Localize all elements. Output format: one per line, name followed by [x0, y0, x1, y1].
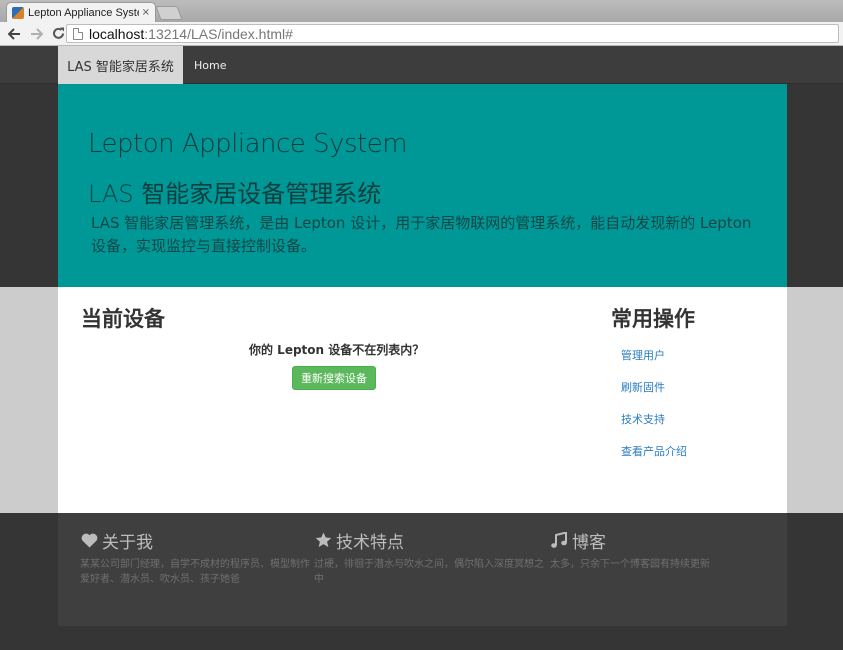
- common-actions-list: 管理用户 刷新固件 技术支持 查看产品介绍: [621, 344, 687, 472]
- navbar: LAS 智能家居系统 Home: [0, 46, 843, 84]
- rescan-devices-button[interactable]: 重新搜索设备: [292, 366, 376, 390]
- footer-blog-heading: 博客: [550, 529, 780, 553]
- back-arrow-icon[interactable]: [3, 23, 25, 45]
- jumbotron: Lepton Appliance System LAS 智能家居设备管理系统 L…: [58, 84, 787, 287]
- content-panel: 当前设备 你的 Lepton 设备不在列表内？ 重新搜索设备 常用操作 管理用户…: [58, 287, 787, 513]
- manage-users-link[interactable]: 管理用户: [621, 349, 665, 362]
- product-intro-link[interactable]: 查看产品介绍: [621, 445, 687, 458]
- content-band: 当前设备 你的 Lepton 设备不在列表内？ 重新搜索设备 常用操作 管理用户…: [0, 287, 843, 513]
- list-item: 查看产品介绍: [621, 440, 687, 472]
- list-item: 技术支持: [621, 408, 687, 440]
- footer-about: 关于我 某某公司部门经理，自学不成材的程序员、模型制作爱好者、潜水员、吹水员、孩…: [80, 529, 310, 587]
- web-page: LAS 智能家居系统 Home Lepton Appliance System …: [0, 46, 843, 650]
- tech-support-link[interactable]: 技术支持: [621, 413, 665, 426]
- refresh-firmware-link[interactable]: 刷新固件: [621, 381, 665, 394]
- device-not-listed-notice: 你的 Lepton 设备不在列表内？: [249, 343, 425, 357]
- list-item: 管理用户: [621, 344, 687, 376]
- browser-tabstrip: Lepton Appliance System ×: [0, 0, 843, 22]
- star-icon: [314, 531, 332, 549]
- jumbotron-title: Lepton Appliance System: [88, 129, 408, 159]
- new-tab-button[interactable]: [155, 6, 183, 20]
- browser-toolbar: localhost:13214/LAS/index.html#: [0, 22, 843, 46]
- jumbotron-description: LAS 智能家居管理系统，是由 Lepton 设计，用于家居物联网的管理系统，能…: [91, 214, 752, 255]
- page-icon: [73, 27, 83, 40]
- footer-blog-text: 太多，只余下一个博客园有持续更新: [550, 559, 710, 570]
- footer-about-text: 某某公司部门经理，自学不成材的程序员、模型制作爱好者、潜水员、吹水员、孩子她爸: [80, 559, 310, 585]
- footer: 关于我 某某公司部门经理，自学不成材的程序员、模型制作爱好者、潜水员、吹水员、孩…: [58, 513, 787, 626]
- music-icon: [550, 531, 568, 549]
- forward-arrow-icon[interactable]: [25, 23, 47, 45]
- devices-heading: 当前设备: [81, 307, 165, 331]
- navbar-brand[interactable]: LAS 智能家居系统: [58, 46, 183, 84]
- footer-tech-heading: 技术特点: [314, 529, 544, 553]
- footer-band: 关于我 某某公司部门经理，自学不成材的程序员、模型制作爱好者、潜水员、吹水员、孩…: [0, 513, 843, 650]
- browser-tab[interactable]: Lepton Appliance System ×: [6, 2, 156, 22]
- list-item: 刷新固件: [621, 376, 687, 408]
- footer-blog: 博客 太多，只余下一个博客园有持续更新: [550, 529, 780, 572]
- favicon-icon: [12, 6, 24, 19]
- common-actions-heading: 常用操作: [611, 307, 695, 331]
- jumbotron-band: Lepton Appliance System LAS 智能家居设备管理系统 L…: [0, 84, 843, 287]
- nav-home-link[interactable]: Home: [194, 46, 226, 84]
- url-text: localhost:13214/LAS/index.html#: [89, 25, 293, 42]
- footer-tech-text: 过硬，徘徊于潜水与吹水之间，偶尔陷入深度冥想之中: [314, 559, 544, 585]
- footer-about-heading: 关于我: [80, 529, 310, 553]
- tab-title: Lepton Appliance System: [28, 6, 139, 19]
- jumbotron-subtitle: LAS 智能家居设备管理系统: [88, 180, 382, 208]
- heart-icon: [80, 531, 98, 549]
- address-bar[interactable]: localhost:13214/LAS/index.html#: [66, 24, 839, 43]
- footer-tech: 技术特点 过硬，徘徊于潜水与吹水之间，偶尔陷入深度冥想之中: [314, 529, 544, 587]
- tab-close-icon[interactable]: ×: [142, 7, 150, 18]
